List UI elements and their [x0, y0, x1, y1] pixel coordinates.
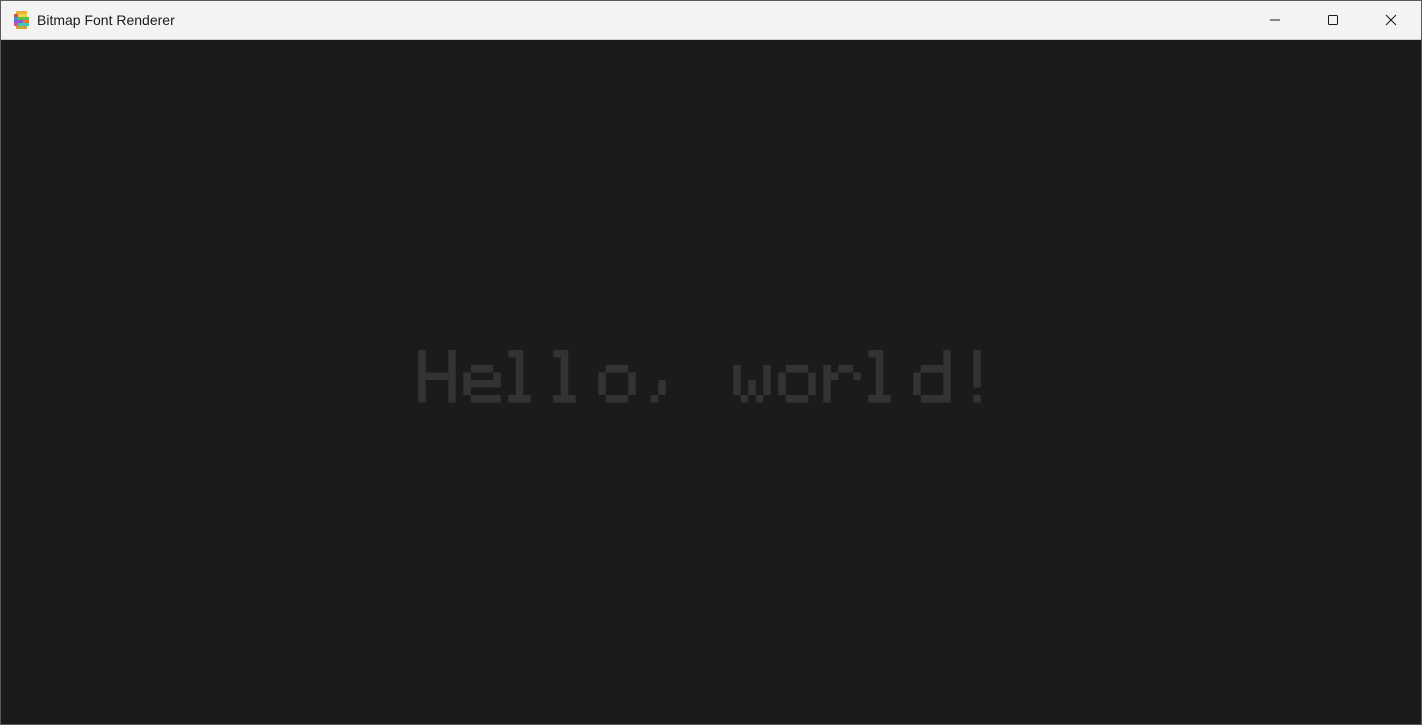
render-canvas [1, 40, 1421, 724]
close-icon [1385, 14, 1397, 26]
glyph-w [733, 365, 771, 403]
glyph-! [973, 350, 981, 403]
maximize-icon [1328, 15, 1338, 25]
minimize-icon [1270, 19, 1280, 21]
close-button[interactable] [1362, 1, 1420, 39]
glyph-o [598, 365, 636, 403]
bitmap-text [418, 350, 981, 403]
app-icon [14, 11, 29, 29]
glyph-H [418, 350, 456, 403]
glyph-r [823, 365, 861, 403]
minimize-button[interactable] [1246, 1, 1304, 39]
window-title: Bitmap Font Renderer [37, 12, 175, 28]
glyph-, [650, 380, 666, 403]
glyph-l [508, 350, 531, 403]
glyph-o [778, 365, 816, 403]
glyph-l [553, 350, 576, 403]
glyph-l [868, 350, 891, 403]
glyph-d [913, 350, 951, 403]
maximize-button[interactable] [1304, 1, 1362, 39]
title-bar[interactable]: Bitmap Font Renderer [1, 1, 1421, 40]
app-window: Bitmap Font Renderer [0, 0, 1422, 725]
glyph-e [463, 365, 501, 403]
